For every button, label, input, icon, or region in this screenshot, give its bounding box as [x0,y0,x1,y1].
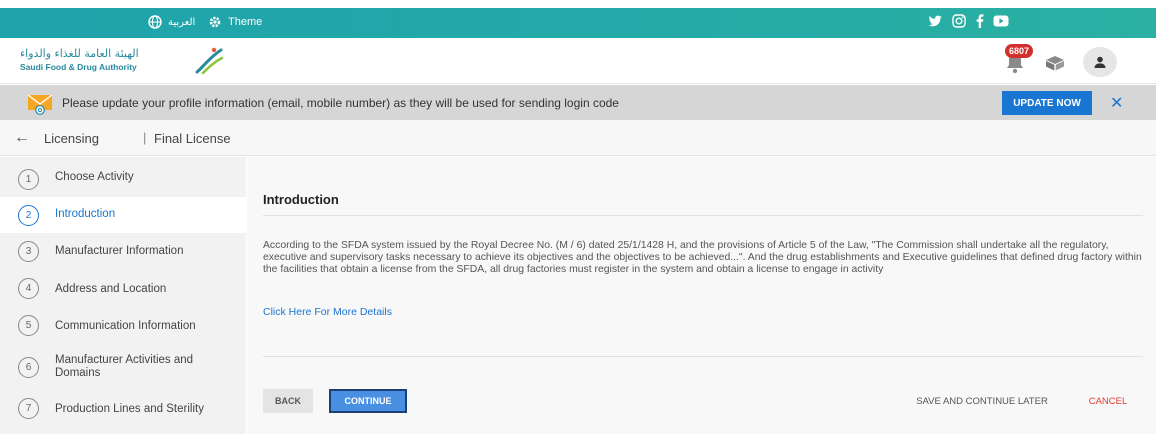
banner-message: Please update your profile information (… [62,96,619,110]
theme-switch[interactable]: Theme [208,15,262,29]
close-icon[interactable]: ✕ [1110,93,1123,113]
profile-update-banner: Please update your profile information (… [0,85,1156,120]
introduction-paragraph: According to the SFDA system issued by t… [263,240,1142,275]
facebook-icon[interactable] [975,14,984,28]
main-content: Introduction According to the SFDA syste… [247,157,1156,434]
divider [263,356,1143,357]
mail-icon [27,93,54,120]
step-communication-information[interactable]: 5 Communication Information [0,310,246,342]
breadcrumb-separator: | [143,130,147,145]
step-label: Communication Information [55,320,196,332]
steps-sidebar: 1 Choose Activity 2 Introduction 3 Manuf… [0,157,246,434]
twitter-icon[interactable] [928,15,943,28]
step-address-and-location[interactable]: 4 Address and Location [0,273,246,305]
user-icon [1094,56,1106,68]
notification-count-badge: 6807 [1005,44,1034,58]
save-and-continue-later-button[interactable]: SAVE AND CONTINUE LATER [907,389,1057,413]
logo-english-text: Saudi Food & Drug Authority [20,62,137,72]
page: العربية Theme الهيئة العامة للغذاء والدو… [0,0,1156,434]
step-number: 3 [18,241,39,262]
step-manufacturer-information[interactable]: 3 Manufacturer Information [0,235,246,267]
step-number: 5 [18,315,39,336]
step-label: Address and Location [55,283,167,295]
header: الهيئة العامة للغذاء والدواء Saudi Food … [0,38,1156,84]
more-details-link[interactable]: Click Here For More Details [263,306,392,318]
language-switch[interactable]: العربية [148,15,195,29]
cancel-button[interactable]: CANCEL [1083,389,1133,413]
breadcrumb: ← Licensing | Final License [0,120,1156,156]
step-label: Production Lines and Sterility [55,403,204,415]
step-number: 2 [18,205,39,226]
step-choose-activity[interactable]: 1 Choose Activity [0,163,246,195]
step-label: Introduction [55,208,116,220]
update-now-button[interactable]: UPDATE NOW [1002,91,1092,115]
avatar[interactable] [1083,47,1117,77]
step-number: 4 [18,278,39,299]
divider [263,215,1143,216]
step-label: Choose Activity [55,171,134,183]
step-introduction[interactable]: 2 Introduction [0,197,246,233]
gear-icon [208,15,222,29]
social-links [928,14,1009,28]
globe-icon [148,15,162,29]
step-production-lines[interactable]: 7 Production Lines and Sterility [0,393,246,425]
breadcrumb-section[interactable]: Licensing [44,131,99,146]
step-label: Manufacturer Information [55,245,184,257]
logo-arabic-text: الهيئة العامة للغذاء والدواء [20,47,139,60]
step-number: 6 [18,357,39,378]
continue-button[interactable]: CONTINUE [329,389,407,413]
instagram-icon[interactable] [952,14,966,28]
language-label: العربية [168,16,196,28]
page-title: Introduction [263,192,339,207]
step-number: 1 [18,169,39,190]
step-label: Manufacturer Activities and Domains [55,354,194,379]
step-number: 7 [18,398,39,419]
step-manufacturer-activities[interactable]: 6 Manufacturer Activities and Domains [0,347,246,387]
notifications[interactable]: 6807 [1004,44,1034,81]
theme-label: Theme [228,16,263,28]
back-button[interactable]: BACK [263,389,313,413]
top-bar: العربية Theme [0,8,1156,38]
back-arrow-icon[interactable]: ← [14,129,30,147]
logo-mark-icon [194,46,224,81]
youtube-icon[interactable] [993,15,1009,27]
sfda-logo[interactable]: الهيئة العامة للغذاء والدواء Saudi Food … [18,46,228,76]
breadcrumb-page: Final License [154,131,231,146]
gift-box-icon[interactable] [1044,55,1066,76]
